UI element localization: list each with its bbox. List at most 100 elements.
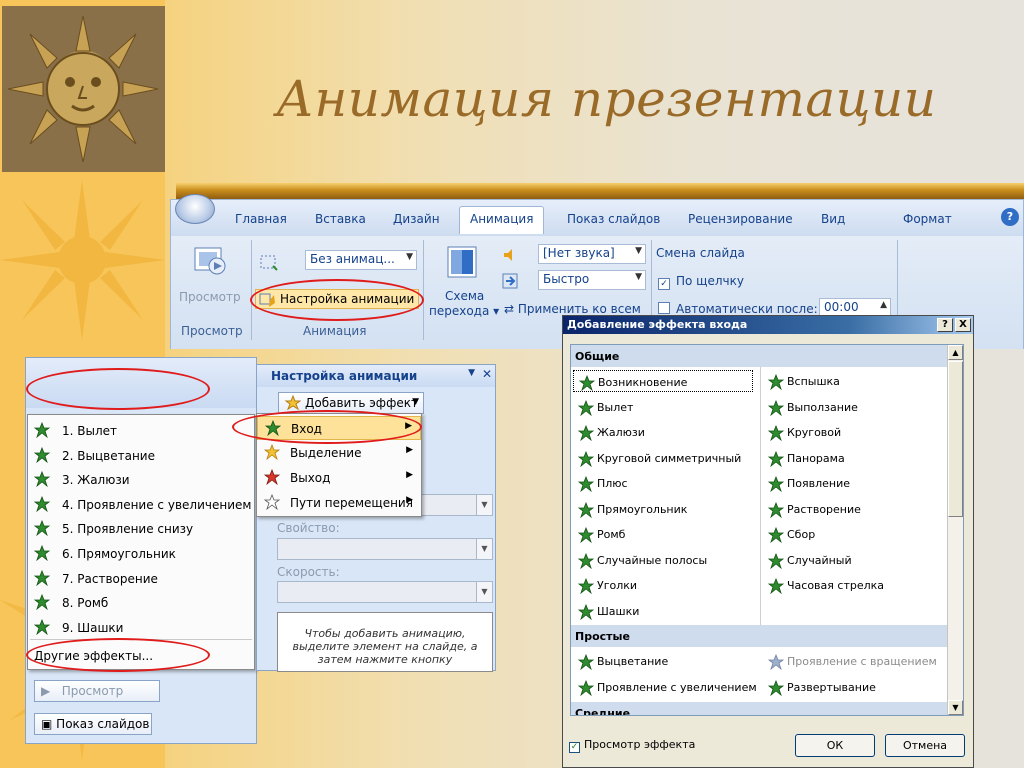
scroll-down-icon[interactable]: ▼: [948, 700, 963, 715]
transition-scheme-button[interactable]: перехода ▾: [429, 304, 499, 318]
left-preview-button[interactable]: ▶ Просмотр: [34, 680, 160, 702]
submenu-item-label: Выделение: [290, 446, 362, 460]
speed-combo[interactable]: Быстро ▼: [538, 270, 646, 290]
effect-option[interactable]: Панорама: [763, 447, 845, 469]
tab-insert[interactable]: Вставка: [315, 212, 366, 226]
checkbox-icon: [658, 302, 670, 314]
effect-option[interactable]: Часовая стрелка: [763, 574, 884, 596]
effect-list-item[interactable]: 4. Проявление с увеличением: [28, 493, 254, 517]
preview-effect-checkbox[interactable]: ✓ Просмотр эффекта: [569, 738, 695, 753]
effect-list-item[interactable]: 2. Выцветание: [28, 444, 254, 468]
effect-option[interactable]: Выцветание: [573, 650, 668, 672]
effect-list-item[interactable]: 5. Проявление снизу: [28, 517, 254, 541]
tab-format[interactable]: Формат: [903, 212, 952, 226]
effect-option-label: Прямоугольник: [597, 502, 688, 516]
effect-list-item[interactable]: 7. Растворение: [28, 567, 254, 591]
chevron-down-icon: ▼: [476, 495, 492, 515]
effect-option[interactable]: Случайные полосы: [573, 549, 707, 571]
effect-option[interactable]: Уголки: [573, 574, 637, 596]
tab-slideshow[interactable]: Показ слайдов: [567, 212, 660, 226]
effect-option[interactable]: Проявление с вращением: [763, 650, 937, 672]
slide-title: Анимация презентации: [276, 70, 937, 128]
effect-option-label: Растворение: [787, 502, 861, 516]
effect-option[interactable]: Круговой симметричный: [573, 447, 741, 469]
tab-review[interactable]: Рецензирование: [688, 212, 793, 226]
transition-scheme-label-2: перехода: [429, 304, 490, 318]
animation-combo[interactable]: Без анимац... ▼: [305, 250, 417, 270]
effect-option[interactable]: Появление: [763, 472, 850, 494]
chevron-down-icon: ▼: [635, 246, 642, 256]
sound-combo[interactable]: [Нет звука] ▼: [538, 244, 646, 264]
effect-option[interactable]: Вспышка: [763, 370, 840, 392]
effect-option[interactable]: Шашки: [573, 600, 639, 622]
highlight-oval-custom-animation: [250, 279, 424, 321]
preview-icon[interactable]: [193, 246, 227, 278]
left-slideshow-button[interactable]: ▣ Показ слайдов: [34, 713, 152, 735]
auto-after-checkbox[interactable]: Автоматически после:: [658, 302, 818, 316]
effect-option[interactable]: Возникновение: [573, 370, 753, 392]
effect-option[interactable]: Выползание: [763, 396, 858, 418]
entrance-star-icon: [34, 471, 50, 488]
submenu-item[interactable]: Выход ▶: [257, 466, 421, 490]
entrance-star-icon: [578, 603, 594, 620]
effect-option[interactable]: Плюс: [573, 472, 628, 494]
cancel-button[interactable]: Отмена: [885, 734, 965, 757]
effect-option[interactable]: Случайный: [763, 549, 852, 571]
on-click-label: По щелчку: [676, 274, 744, 288]
help-icon[interactable]: ?: [1001, 208, 1019, 226]
decorative-sun-shape: [0, 180, 165, 340]
tab-home[interactable]: Главная: [235, 212, 287, 226]
tab-view[interactable]: Вид: [821, 212, 845, 226]
effect-list-item[interactable]: 9. Шашки: [28, 616, 254, 640]
effect-list-item[interactable]: 1. Вылет: [28, 419, 254, 443]
effect-list-item[interactable]: 6. Прямоугольник: [28, 542, 254, 566]
preview-button[interactable]: Просмотр: [179, 290, 241, 304]
effect-option[interactable]: Развертывание: [763, 676, 876, 698]
effect-option[interactable]: Круговой: [763, 421, 841, 443]
entrance-star-icon: [578, 450, 594, 467]
apply-to-all-button[interactable]: ⇄ Применить ко всем: [504, 302, 641, 316]
help-button[interactable]: ?: [937, 318, 953, 332]
motion-path-star-icon: [264, 494, 280, 510]
close-button[interactable]: X: [955, 318, 971, 332]
submenu-item[interactable]: Пути перемещения ▶: [257, 491, 421, 515]
property-combo[interactable]: ▼: [277, 538, 493, 560]
entrance-star-icon: [768, 450, 784, 467]
effect-option[interactable]: Жалюзи: [573, 421, 645, 443]
effect-list-item[interactable]: 8. Ромб: [28, 591, 254, 615]
submenu-item[interactable]: Выделение ▶: [257, 441, 421, 465]
add-effect-star-icon: [284, 395, 301, 411]
slideshow-icon: ▣: [41, 717, 53, 731]
speed-combo-pane[interactable]: ▼: [277, 581, 493, 603]
effect-option-label: Сбор: [787, 528, 816, 541]
entrance-star-icon: [768, 374, 784, 390]
effect-option[interactable]: Проявление с увеличением: [573, 676, 757, 698]
effect-option[interactable]: Растворение: [763, 498, 861, 520]
close-icon[interactable]: ✕: [482, 367, 492, 381]
scroll-up-icon[interactable]: ▲: [948, 345, 963, 360]
effect-option[interactable]: Ромб: [573, 523, 625, 545]
effect-option-label: Ромб: [597, 528, 626, 541]
effect-option[interactable]: Сбор: [763, 523, 815, 545]
transition-scheme-icon[interactable]: [447, 246, 477, 278]
chevron-down-icon[interactable]: ▼: [468, 368, 475, 378]
highlight-oval-more-effects: [26, 638, 210, 672]
left-slideshow-label: Показ слайдов: [56, 717, 150, 731]
entrance-star-icon: [578, 654, 594, 670]
effect-option[interactable]: Вылет: [573, 396, 633, 418]
list-scrollbar[interactable]: ▲ ▼: [947, 345, 963, 715]
effect-list-item[interactable]: 3. Жалюзи: [28, 468, 254, 492]
effect-option-label: Часовая стрелка: [787, 579, 885, 592]
chevron-down-icon: ▼: [476, 582, 492, 602]
tab-design[interactable]: Дизайн: [393, 212, 440, 226]
ok-button[interactable]: ОК: [795, 734, 875, 757]
check-icon: ✓: [658, 278, 670, 290]
entrance-star-icon: [34, 520, 50, 537]
scroll-thumb[interactable]: [948, 361, 963, 517]
effect-option[interactable]: Прямоугольник: [573, 498, 687, 520]
ribbon-tab-bar: Главная Вставка Дизайн Анимация Показ сл…: [171, 194, 1023, 236]
office-button[interactable]: [175, 194, 215, 224]
on-click-checkbox[interactable]: ✓ По щелчку: [658, 274, 744, 290]
tab-animation[interactable]: Анимация: [459, 206, 545, 234]
auto-time-value: 00:00: [824, 300, 859, 314]
